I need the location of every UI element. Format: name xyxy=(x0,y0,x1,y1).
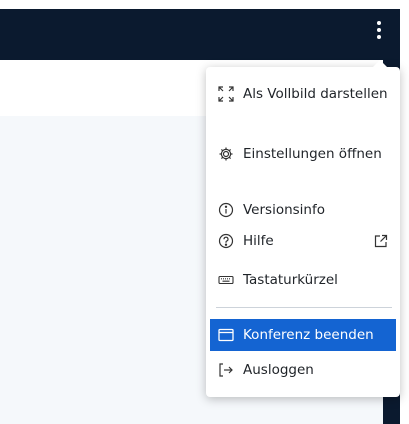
menu-item-label: Konferenz beenden xyxy=(243,327,374,343)
options-menu: Als Vollbild darstellen Einstellungen öf… xyxy=(206,60,400,397)
menu-item-version-info[interactable]: Versionsinfo xyxy=(210,201,396,219)
help-icon xyxy=(217,232,235,250)
keyboard-icon xyxy=(217,271,235,289)
menu-item-keyboard-shortcuts[interactable]: Tastaturkürzel xyxy=(210,271,396,289)
top-bar xyxy=(0,9,400,60)
window-icon xyxy=(217,326,235,344)
menu-item-label: Ausloggen xyxy=(243,362,314,378)
menu-item-fullscreen[interactable]: Als Vollbild darstellen xyxy=(210,85,396,103)
menu-item-label: Einstellungen öffnen xyxy=(243,146,382,162)
menu-item-settings[interactable]: Einstellungen öffnen xyxy=(210,145,396,163)
menu-item-label: Als Vollbild darstellen xyxy=(243,86,388,102)
gear-icon xyxy=(217,145,235,163)
menu-item-end-conference[interactable]: Konferenz beenden xyxy=(210,319,396,351)
info-icon xyxy=(217,201,235,219)
external-link-icon xyxy=(374,234,388,253)
menu-item-help[interactable]: Hilfe xyxy=(210,232,396,250)
logout-icon xyxy=(217,361,235,379)
menu-item-label: Versionsinfo xyxy=(243,202,325,218)
menu-item-label: Tastaturkürzel xyxy=(243,272,338,288)
menu-divider xyxy=(216,307,392,308)
fullscreen-icon xyxy=(217,85,235,103)
more-options-icon[interactable] xyxy=(368,16,390,44)
menu-item-logout[interactable]: Ausloggen xyxy=(210,361,396,379)
